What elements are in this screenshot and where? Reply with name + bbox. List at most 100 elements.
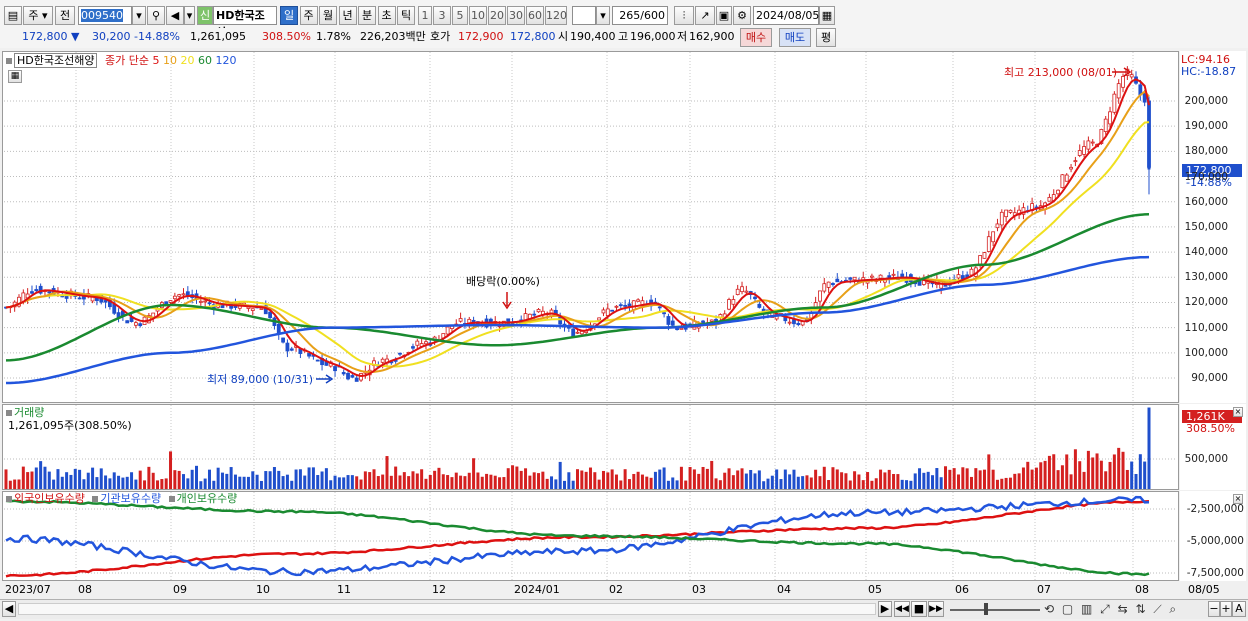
volume-bar (394, 466, 398, 489)
candle-body (207, 302, 212, 305)
candle-body (831, 283, 835, 286)
volume-bar (368, 472, 372, 489)
volume-bar (840, 472, 844, 489)
volume-bar (207, 469, 211, 489)
candle-body (411, 346, 415, 349)
candle-body (172, 295, 177, 300)
volume-bar (60, 476, 64, 489)
candle-body (1086, 140, 1091, 150)
volume-bar (762, 481, 766, 489)
candle-body (1077, 150, 1082, 156)
volume-bar (874, 478, 878, 489)
volume-bar (498, 477, 502, 489)
zoom-in-button[interactable]: + (1220, 601, 1232, 617)
volume-bar (835, 469, 839, 489)
x-tick-label: 09 (173, 583, 187, 596)
volume-bar (121, 477, 125, 489)
volume-bar (563, 480, 567, 489)
x-tick-label: 08 (1135, 583, 1149, 596)
table-icon[interactable]: ▦ (8, 70, 22, 83)
candle-body (575, 331, 580, 334)
ma-legend-10: 10 (162, 54, 181, 67)
volume-bar (554, 479, 558, 489)
volume-bar (1034, 467, 1038, 489)
volume-bar (17, 479, 21, 489)
candle-body (259, 307, 264, 310)
candle-body (333, 366, 337, 372)
scroll-track[interactable] (18, 603, 876, 615)
volume-bar (666, 480, 670, 489)
volume-bar (138, 470, 142, 489)
volume-bar (463, 476, 467, 489)
price-y-tick: 110,000 (1184, 321, 1228, 334)
volume-bar (108, 478, 112, 489)
ma-legend: 5 10 20 60 120 (152, 54, 236, 67)
holding-panel-legend: 외국인보유수량 기관보유수량 개인보유수량 (6, 492, 237, 505)
zoom-slider[interactable] (950, 609, 1040, 611)
candle-body (424, 341, 428, 345)
volume-bar (614, 474, 618, 489)
volume-bar (684, 480, 688, 489)
candle-body (1056, 189, 1060, 195)
volume-bar (827, 480, 831, 489)
price-y-tick: 130,000 (1184, 271, 1228, 284)
stop-button[interactable]: ■ (911, 601, 927, 617)
fast-forward-button[interactable]: ▶▶ (928, 601, 944, 617)
volume-bar (78, 469, 82, 489)
low-arrow-icon (316, 374, 334, 384)
candle-body (731, 299, 736, 305)
volume-bar (610, 469, 614, 489)
volume-bar (125, 476, 129, 489)
chart-canvas[interactable] (0, 0, 1248, 621)
volume-bar (576, 469, 579, 489)
zoom-out-button[interactable]: − (1208, 601, 1220, 617)
volume-bar (831, 467, 835, 489)
scroll-left-button[interactable]: ◀ (2, 601, 16, 617)
volume-bar (47, 471, 51, 489)
candle-body (727, 299, 731, 310)
volume-bar (532, 472, 536, 489)
volume-bar (1095, 453, 1099, 489)
volume-bar (225, 473, 229, 489)
volume-bar (359, 479, 363, 489)
volume-bar (389, 475, 393, 489)
volume-bar (272, 467, 276, 489)
candle-body (818, 290, 822, 302)
candle-body (1004, 209, 1009, 218)
volume-bar (333, 475, 337, 489)
volume-bar (879, 469, 883, 489)
candle-body (740, 286, 744, 293)
volume-bar (298, 469, 302, 489)
volume-bar (454, 472, 458, 489)
volume-bar (1065, 454, 1069, 489)
volume-bar (34, 467, 38, 489)
volume-bar (736, 470, 740, 489)
volume-bar (130, 472, 134, 489)
volume-bar (277, 470, 281, 489)
volume-bar (982, 469, 986, 489)
volume-bar (779, 479, 783, 489)
volume-bar (143, 480, 147, 489)
scroll-right-button[interactable]: ▶ (878, 601, 892, 617)
x-tick-label: 03 (692, 583, 706, 596)
volume-bar (86, 472, 90, 489)
candle-body (315, 359, 320, 362)
rewind-button[interactable]: ◀◀ (894, 601, 910, 617)
candle-body (1064, 174, 1069, 182)
volume-bar (679, 466, 683, 489)
x-tick-label: 04 (777, 583, 791, 596)
zoom-slider-handle[interactable] (984, 603, 988, 615)
x-tick-label: 07 (1037, 583, 1051, 596)
volume-bar (969, 476, 973, 489)
volume-close-icon[interactable]: × (1233, 407, 1243, 417)
square-icon (92, 496, 99, 502)
volume-bar (398, 475, 402, 489)
hc-label: HC:-18.87 (1181, 65, 1237, 78)
volume-bar (926, 471, 930, 489)
volume-bar (350, 475, 354, 489)
auto-scale-button[interactable]: A (1232, 601, 1246, 617)
square-icon (6, 496, 12, 502)
volume-bar (1125, 469, 1129, 489)
candle-body (822, 283, 827, 292)
holding-close-icon[interactable]: × (1233, 494, 1243, 504)
